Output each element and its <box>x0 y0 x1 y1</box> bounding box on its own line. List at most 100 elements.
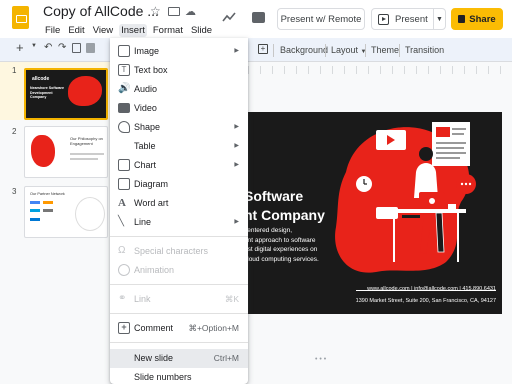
menu-item-image[interactable]: Image ▶ <box>110 42 248 61</box>
menu-edit[interactable]: Edit <box>66 24 86 37</box>
thumb-partner-logo <box>43 201 53 204</box>
menu-item-label: Diagram <box>134 179 169 189</box>
present-label: Present <box>395 13 428 25</box>
menu-item-label: Shape <box>134 122 161 132</box>
thumb-title: Nearshore Software Development Company <box>30 86 64 99</box>
toolbar-divider <box>273 44 274 57</box>
slide-body-line: centered design, <box>244 227 293 234</box>
present-button[interactable]: Present ▼ <box>371 8 446 30</box>
slide-thumbnail-2[interactable]: Our Philosophy on Engagement <box>24 126 108 178</box>
layout-label: Layout <box>331 45 359 55</box>
menu-item-label: Animation <box>134 265 175 275</box>
menu-item-label: Link <box>134 294 151 304</box>
star-icon[interactable]: ☆ <box>150 4 161 18</box>
print-icon[interactable] <box>72 43 81 53</box>
paint-format-icon[interactable] <box>86 43 95 53</box>
layout-button[interactable]: Layout ▼ <box>331 45 367 55</box>
menu-item-shape[interactable]: Shape ▶ <box>110 118 248 137</box>
animation-icon <box>118 264 130 276</box>
slide-number: 2 <box>12 127 17 136</box>
undo-icon[interactable]: ↶ <box>44 42 52 53</box>
slide-body-text[interactable]: centered design, ent approach to softwar… <box>244 226 319 264</box>
link-icon: ⚭ <box>118 293 127 304</box>
submenu-arrow-icon: ▶ <box>234 162 239 168</box>
background-button[interactable]: Background <box>280 45 328 55</box>
menu-item-slide-numbers[interactable]: Slide numbers <box>110 368 248 384</box>
menu-item-diagram[interactable]: Diagram <box>110 175 248 194</box>
move-folder-icon[interactable] <box>168 7 180 16</box>
menu-file[interactable]: File <box>43 24 62 37</box>
thumb-text-line <box>70 153 104 155</box>
menu-divider <box>110 236 248 237</box>
menu-item-word-art[interactable]: A Word art <box>110 194 248 213</box>
horizontal-ruler <box>248 66 512 74</box>
comment-add-icon: + <box>118 322 130 334</box>
chart-icon <box>118 159 130 171</box>
contact-web-line: www.allcode.com | info@allcode.com | 415… <box>367 286 496 292</box>
menu-item-video[interactable]: Video <box>110 99 248 118</box>
document-title[interactable]: Copy of AllCode ... <box>43 3 159 19</box>
new-slide-plus-icon[interactable]: + <box>16 40 24 55</box>
redo-icon[interactable]: ↷ <box>58 42 66 53</box>
menu-item-line[interactable]: ╲ Line ▶ <box>110 213 248 232</box>
slide-number: 1 <box>12 66 17 75</box>
menu-item-new-slide[interactable]: New slide Ctrl+M <box>110 349 248 368</box>
new-comment-toolbar-icon[interactable]: + <box>258 44 268 54</box>
menu-view[interactable]: View <box>91 24 115 37</box>
slide-title-line: nt Company <box>244 207 325 223</box>
menu-item-special-characters[interactable]: Ω Special characters <box>110 242 248 261</box>
thumb-partner-logo <box>30 218 40 221</box>
theme-button[interactable]: Theme <box>371 45 399 55</box>
menu-item-label: Word art <box>134 198 169 208</box>
menu-item-animation[interactable]: Animation <box>110 261 248 280</box>
slides-logo-icon[interactable] <box>12 6 29 29</box>
menu-item-label: Slide numbers <box>134 372 192 382</box>
present-dropdown-caret-icon[interactable]: ▼ <box>433 9 445 29</box>
slide-contact-info[interactable]: www.allcode.com | info@allcode.com | 415… <box>356 283 496 307</box>
menu-item-label: Audio <box>134 84 158 94</box>
thumb-title: Our Philosophy on Engagement <box>70 136 103 146</box>
menu-item-comment[interactable]: + Comment ⌘+Option+M <box>110 319 248 338</box>
cloud-saved-icon[interactable]: ☁ <box>185 5 196 18</box>
menu-divider <box>110 342 248 343</box>
slide-body-line: ust digital experiences on <box>244 246 318 253</box>
menu-item-label: Chart <box>134 160 157 170</box>
insert-menu: Image ▶ T Text box 🔊 Audio Video Shape ▶… <box>110 38 248 384</box>
menu-item-audio[interactable]: 🔊 Audio <box>110 80 248 99</box>
menu-insert[interactable]: Insert <box>119 24 147 37</box>
menu-item-text-box[interactable]: T Text box <box>110 61 248 80</box>
slide-thumbnail-3[interactable]: Our Partner Network <box>24 186 108 238</box>
submenu-arrow-icon: ▶ <box>234 219 239 225</box>
menu-item-label: New slide <box>134 353 174 363</box>
video-icon <box>118 103 130 113</box>
menu-slide[interactable]: Slide <box>189 24 214 37</box>
present-remote-button[interactable]: Present w/ Remote <box>277 8 365 30</box>
special-characters-icon: Ω <box>118 245 126 256</box>
menu-bar: File Edit View Insert Format Slide <box>43 24 218 37</box>
comments-icon[interactable] <box>252 12 265 23</box>
menu-item-chart[interactable]: Chart ▶ <box>110 156 248 175</box>
menu-item-label: Text box <box>134 65 168 75</box>
toolbar-divider <box>399 44 400 57</box>
slide-title[interactable]: Software nt Company <box>244 187 325 225</box>
menu-item-shortcut: ⌘+Option+M <box>188 323 239 333</box>
current-slide[interactable]: Software nt Company centered design, ent… <box>236 112 502 314</box>
thumb-red-blob <box>31 135 55 167</box>
transition-button[interactable]: Transition <box>405 45 444 55</box>
menu-item-link[interactable]: ⚭ Link ⌘K <box>110 290 248 309</box>
thumb-partner-logo <box>30 209 40 212</box>
slide-thumbnail-1[interactable]: allcode Nearshore Software Development C… <box>24 68 108 120</box>
line-icon: ╲ <box>118 216 125 227</box>
lock-icon <box>458 15 466 23</box>
activity-trend-icon[interactable] <box>222 12 236 22</box>
menu-item-table[interactable]: Table ▶ <box>110 137 248 156</box>
toolbar-divider <box>325 44 326 57</box>
word-art-icon: A <box>118 197 126 209</box>
resize-handle-icon[interactable]: • • • <box>315 356 326 363</box>
new-slide-dropdown-icon[interactable]: ▼ <box>31 43 37 49</box>
slide-number: 3 <box>12 187 17 196</box>
present-remote-label: Present w/ Remote <box>280 13 362 25</box>
thumb-text-line <box>70 158 98 160</box>
menu-format[interactable]: Format <box>151 24 185 37</box>
share-button[interactable]: Share <box>451 8 503 30</box>
